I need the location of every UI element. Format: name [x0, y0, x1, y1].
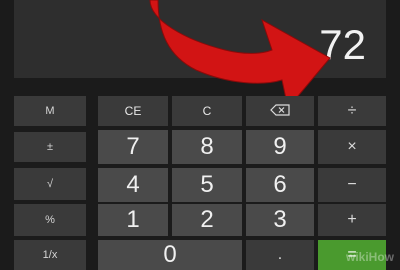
- digit-5-button[interactable]: 5: [172, 168, 242, 202]
- digit-3-button[interactable]: 3: [246, 204, 314, 236]
- digit-2-button[interactable]: 2: [172, 204, 242, 236]
- digit-4-button[interactable]: 4: [98, 168, 168, 202]
- watermark: wikiHow: [345, 250, 394, 264]
- add-button[interactable]: +: [318, 204, 386, 236]
- digit-8-button[interactable]: 8: [172, 130, 242, 164]
- backspace-button[interactable]: [246, 96, 314, 126]
- calculator-display: 72: [14, 0, 386, 78]
- digit-1-button[interactable]: 1: [98, 204, 168, 236]
- sqrt-button[interactable]: √: [14, 168, 86, 200]
- negate-button[interactable]: ±: [14, 132, 86, 162]
- digit-6-button[interactable]: 6: [246, 168, 314, 202]
- digit-7-button[interactable]: 7: [98, 130, 168, 164]
- percent-button[interactable]: %: [14, 204, 86, 236]
- clear-entry-button[interactable]: CE: [98, 96, 168, 126]
- memory-button[interactable]: M: [14, 96, 86, 126]
- multiply-button[interactable]: ×: [318, 130, 386, 164]
- clear-button[interactable]: C: [172, 96, 242, 126]
- divide-button[interactable]: ÷: [318, 96, 386, 126]
- backspace-icon: [270, 103, 290, 119]
- digit-9-button[interactable]: 9: [246, 130, 314, 164]
- subtract-button[interactable]: −: [318, 168, 386, 202]
- display-value: 72: [319, 21, 366, 68]
